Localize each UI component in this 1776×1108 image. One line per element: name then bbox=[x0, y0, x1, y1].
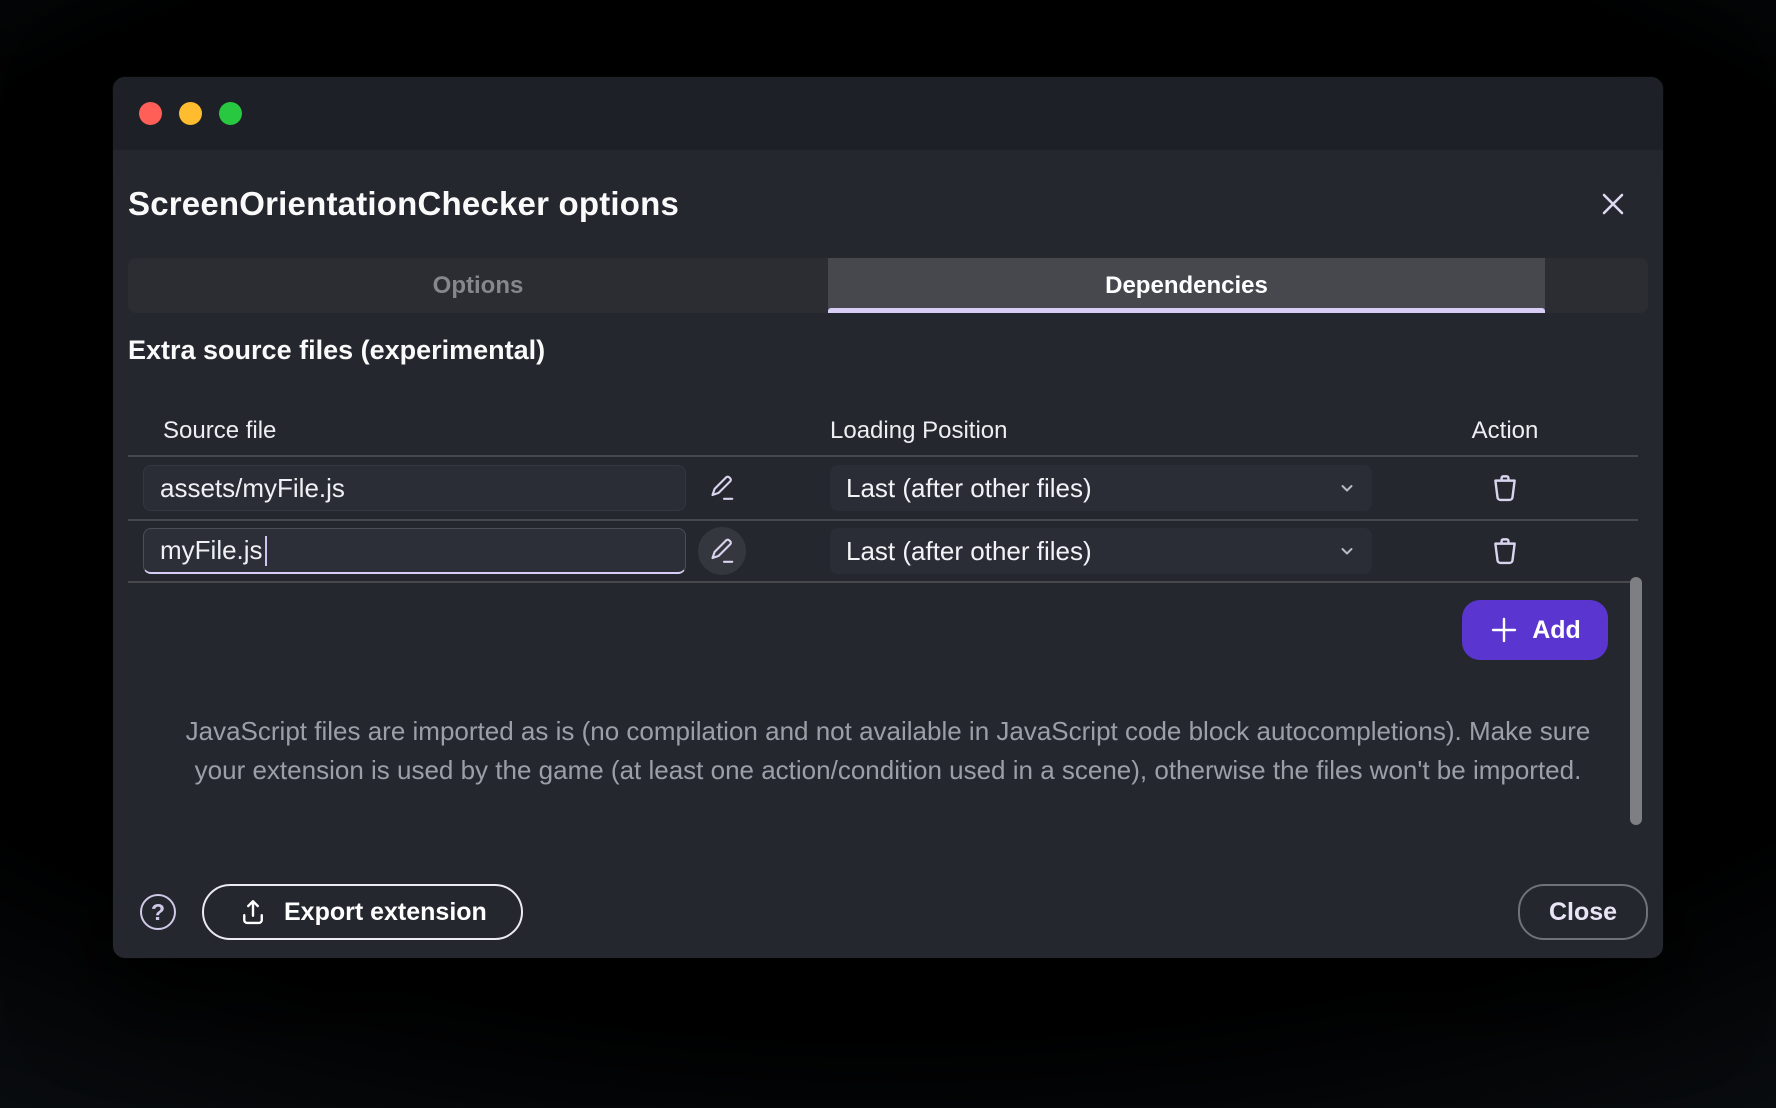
source-file-value: assets/myFile.js bbox=[160, 473, 345, 504]
close-button[interactable]: Close bbox=[1518, 884, 1648, 940]
close-icon[interactable] bbox=[1593, 184, 1633, 224]
edit-pencil-icon[interactable] bbox=[698, 464, 746, 512]
loading-position-value: Last (after other files) bbox=[846, 473, 1092, 504]
table-header-row: Source file Loading Position Action bbox=[128, 407, 1638, 455]
tab-options-label: Options bbox=[433, 272, 524, 300]
extra-source-files-table: Source file Loading Position Action asse… bbox=[128, 407, 1638, 583]
dependencies-panel: Extra source files (experimental) Source… bbox=[113, 333, 1663, 790]
source-file-input-focused[interactable]: myFile.js bbox=[143, 528, 686, 574]
tab-options[interactable]: Options bbox=[128, 258, 828, 313]
delete-trash-icon[interactable] bbox=[1481, 527, 1529, 575]
tabs-bar: Options Dependencies bbox=[128, 258, 1648, 313]
upload-icon bbox=[238, 897, 268, 927]
dialog-window: ScreenOrientationChecker options Options… bbox=[113, 77, 1663, 958]
source-file-value: myFile.js bbox=[160, 535, 263, 566]
dialog-header: ScreenOrientationChecker options bbox=[113, 150, 1663, 258]
plus-icon bbox=[1489, 615, 1519, 645]
source-file-input[interactable]: assets/myFile.js bbox=[143, 465, 686, 511]
export-extension-label: Export extension bbox=[284, 898, 487, 927]
loading-position-select[interactable]: Last (after other files) bbox=[830, 528, 1372, 574]
column-header-action: Action bbox=[1372, 417, 1638, 445]
footer-bar: ? Export extension Close bbox=[128, 884, 1648, 940]
scrollbar-thumb[interactable] bbox=[1630, 577, 1642, 825]
text-cursor bbox=[265, 536, 267, 566]
titlebar bbox=[113, 77, 1663, 150]
table-row: assets/myFile.js Last (after other files… bbox=[128, 455, 1638, 519]
column-header-loading-position: Loading Position bbox=[830, 417, 1372, 445]
chevron-down-icon bbox=[1338, 479, 1356, 497]
table-row: myFile.js Last (after other fi bbox=[128, 519, 1638, 583]
section-heading: Extra source files (experimental) bbox=[128, 333, 1648, 367]
add-row: Add bbox=[128, 600, 1648, 660]
loading-position-select[interactable]: Last (after other files) bbox=[830, 465, 1372, 511]
dialog-title: ScreenOrientationChecker options bbox=[128, 185, 679, 223]
tab-dependencies[interactable]: Dependencies bbox=[828, 258, 1545, 313]
edit-pencil-icon[interactable] bbox=[698, 527, 746, 575]
traffic-light-minimize-button[interactable] bbox=[179, 102, 202, 125]
add-button-label: Add bbox=[1532, 616, 1581, 645]
chevron-down-icon bbox=[1338, 542, 1356, 560]
traffic-light-close-button[interactable] bbox=[139, 102, 162, 125]
traffic-light-zoom-button[interactable] bbox=[219, 102, 242, 125]
loading-position-value: Last (after other files) bbox=[846, 536, 1092, 567]
description-text: JavaScript files are imported as is (no … bbox=[168, 712, 1608, 790]
delete-trash-icon[interactable] bbox=[1481, 464, 1529, 512]
close-button-label: Close bbox=[1549, 898, 1617, 927]
help-icon[interactable]: ? bbox=[140, 894, 176, 930]
export-extension-button[interactable]: Export extension bbox=[202, 884, 523, 940]
add-button[interactable]: Add bbox=[1462, 600, 1608, 660]
tab-dependencies-label: Dependencies bbox=[1105, 272, 1268, 300]
column-header-source-file: Source file bbox=[128, 417, 686, 445]
